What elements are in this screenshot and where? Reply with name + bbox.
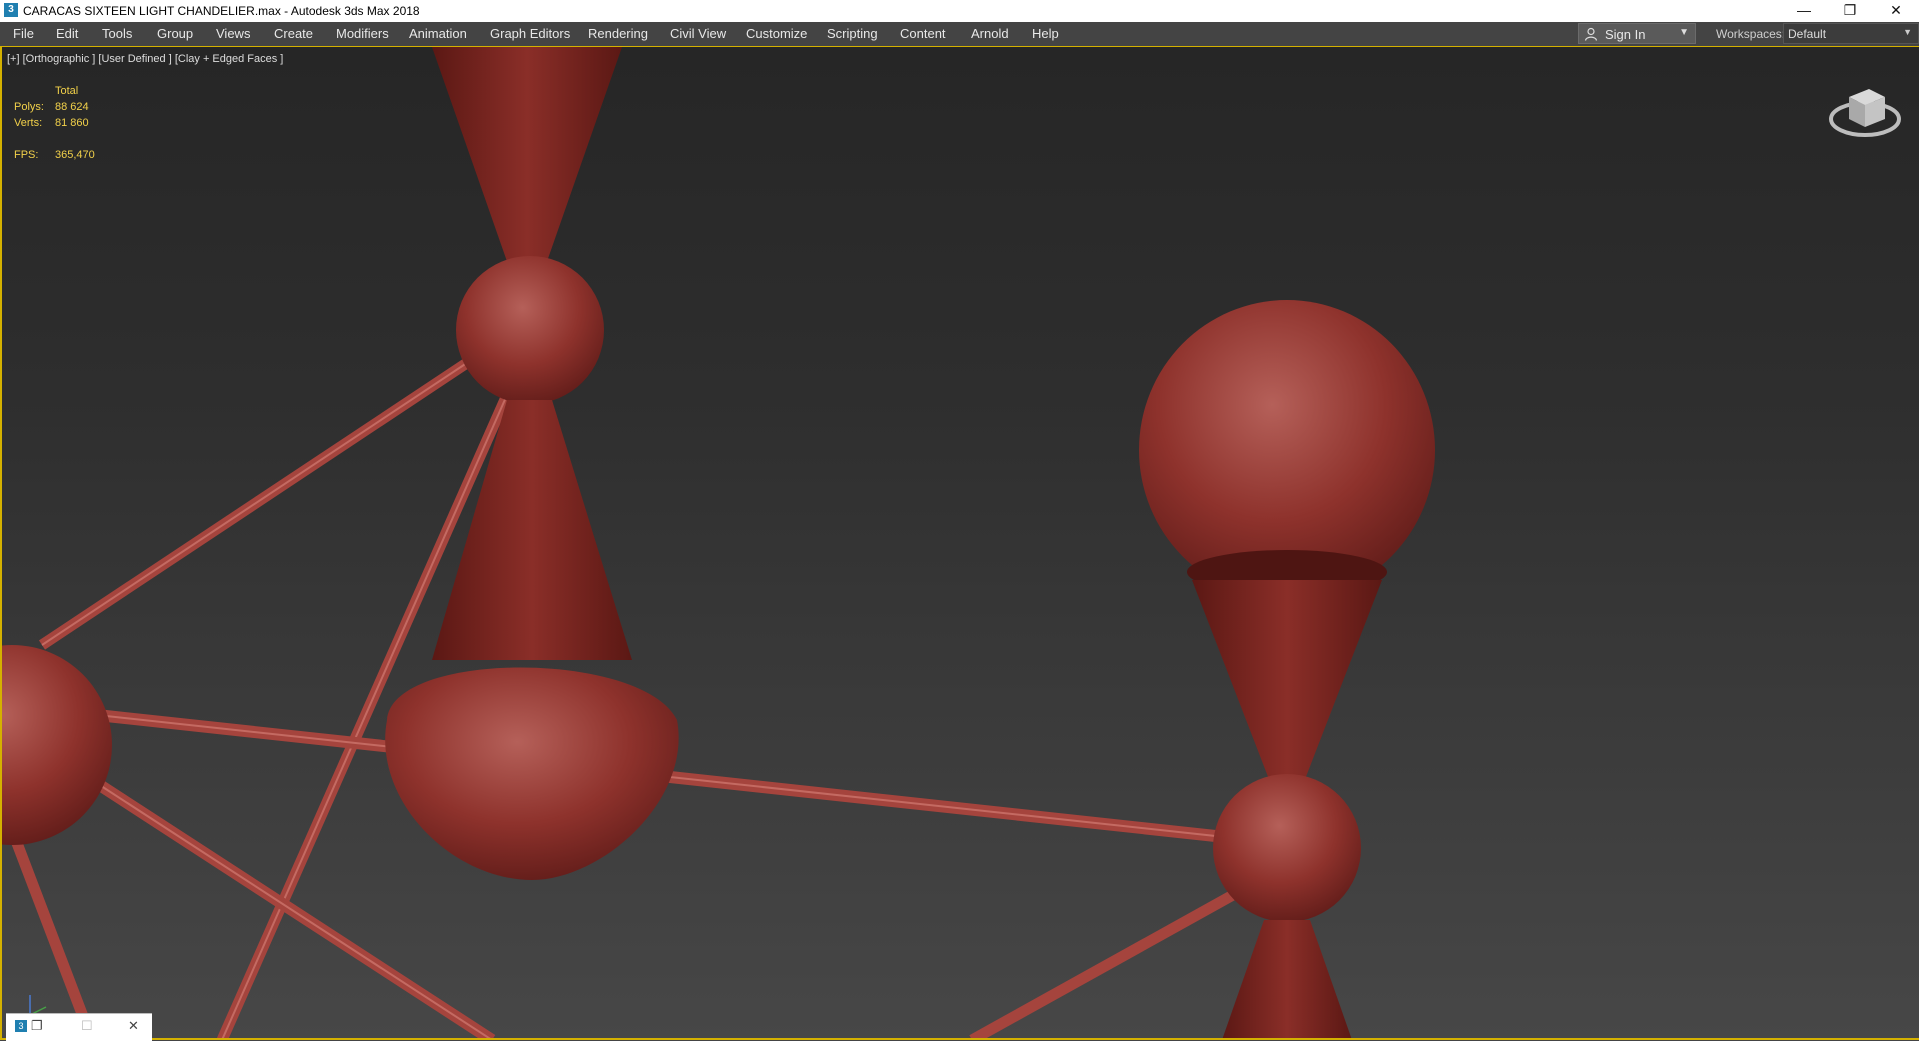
close-icon[interactable]: ✕	[128, 1018, 139, 1034]
menu-content[interactable]: Content	[900, 26, 946, 41]
menu-group[interactable]: Group	[157, 26, 193, 41]
menu-file[interactable]: File	[13, 26, 34, 41]
fps-value: 365,470	[55, 149, 95, 161]
window-title: CARACAS SIXTEEN LIGHT CHANDELIER.max - A…	[23, 4, 420, 18]
chandelier-model[interactable]	[2, 47, 1919, 1040]
verts-label: Verts:	[14, 117, 43, 129]
menu-edit[interactable]: Edit	[56, 26, 78, 41]
sign-in-button[interactable]: Sign In ▼	[1578, 23, 1696, 44]
polys-value: 88 624	[55, 101, 89, 113]
menu-rendering[interactable]: Rendering	[588, 26, 648, 41]
title-bar: 3 CARACAS SIXTEEN LIGHT CHANDELIER.max -…	[0, 0, 1919, 22]
menu-graph-editors[interactable]: Graph Editors	[490, 26, 570, 41]
menu-civil-view[interactable]: Civil View	[670, 26, 726, 41]
viewcube-icon[interactable]	[1825, 71, 1905, 151]
close-button[interactable]: ✕	[1873, 0, 1919, 22]
minimize-button[interactable]: —	[1781, 0, 1827, 22]
restore-button[interactable]: ❐	[1827, 0, 1873, 22]
menu-arnold[interactable]: Arnold	[971, 26, 1009, 41]
workspaces-label: Workspaces:	[1716, 27, 1786, 41]
sign-in-label: Sign In	[1605, 27, 1646, 42]
workspace-select[interactable]: Default ▼	[1783, 23, 1919, 44]
left-column	[385, 47, 679, 880]
menu-bar: File Edit Tools Group Views Create Modif…	[0, 22, 1919, 47]
right-column	[1139, 300, 1435, 1038]
menu-modifiers[interactable]: Modifiers	[336, 26, 389, 41]
chevron-down-icon: ▼	[1903, 27, 1912, 37]
menu-animation[interactable]: Animation	[409, 26, 467, 41]
stats-header: Total	[55, 85, 79, 97]
polys-label: Polys:	[14, 101, 44, 113]
menu-tools[interactable]: Tools	[102, 26, 132, 41]
maximize-icon[interactable]: ☐	[81, 1018, 93, 1034]
minimized-window[interactable]: 3 ❐ ☐ ✕	[6, 1013, 152, 1041]
user-icon	[1584, 27, 1598, 41]
menu-create[interactable]: Create	[274, 26, 313, 41]
menu-customize[interactable]: Customize	[746, 26, 807, 41]
fps-label: FPS:	[14, 149, 39, 161]
left-partial-ball	[2, 645, 112, 845]
workspace-value: Default	[1788, 27, 1827, 41]
menu-scripting[interactable]: Scripting	[827, 26, 878, 41]
menu-views[interactable]: Views	[216, 26, 250, 41]
verts-value: 81 860	[55, 117, 89, 129]
chevron-down-icon: ▼	[1679, 27, 1689, 38]
restore-icon[interactable]: ❐	[31, 1018, 43, 1034]
app-icon[interactable]: 3	[4, 3, 18, 17]
3ds-max-icon: 3	[15, 1020, 27, 1032]
viewport-label-menu[interactable]: [+] [Orthographic ] [User Defined ] [Cla…	[7, 53, 283, 65]
perspective-viewport[interactable]: [+] [Orthographic ] [User Defined ] [Cla…	[0, 47, 1919, 1040]
menu-help[interactable]: Help	[1032, 26, 1059, 41]
